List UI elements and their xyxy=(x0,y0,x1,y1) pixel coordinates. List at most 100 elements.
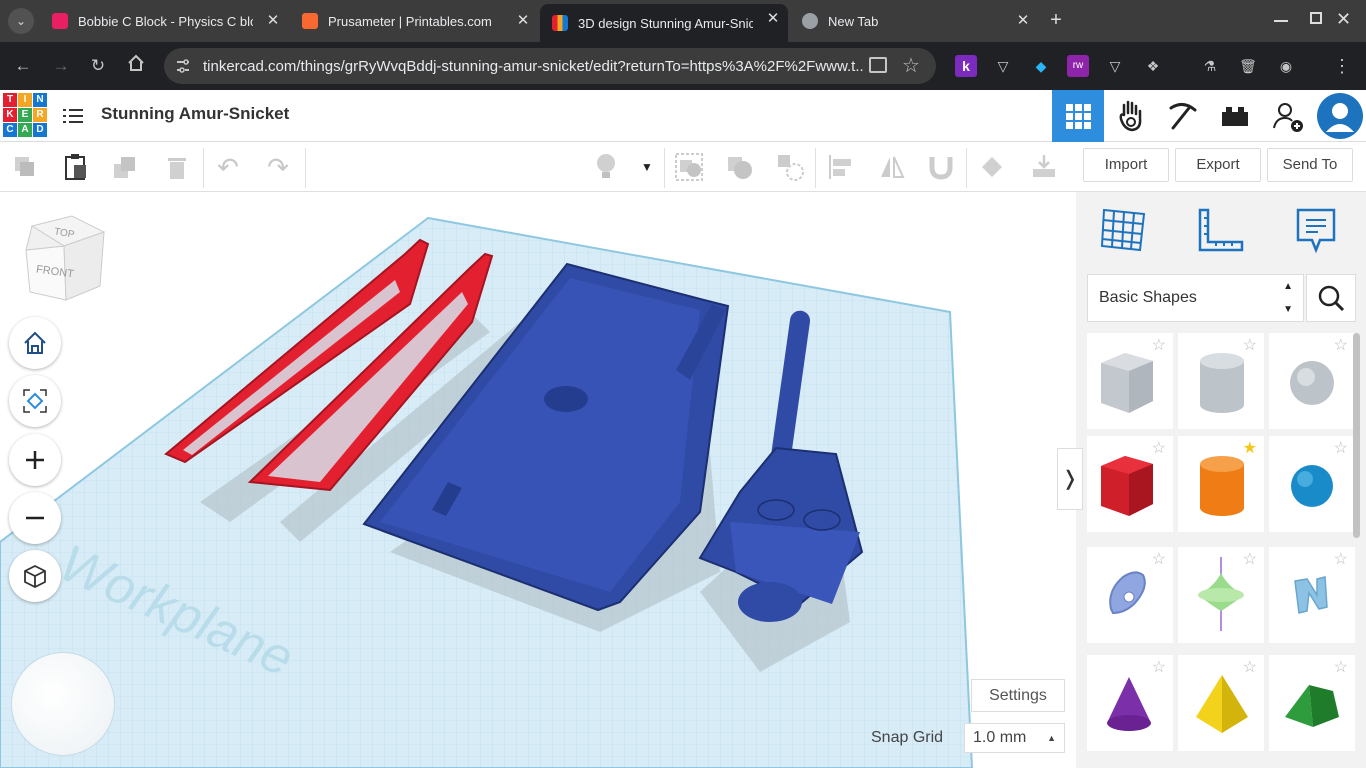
duplicate-icon[interactable] xyxy=(110,152,140,182)
close-tab-icon[interactable]: ✕ xyxy=(764,10,782,28)
chevron-down-icon[interactable]: ▼ xyxy=(632,152,662,182)
favorite-star-icon[interactable]: ☆ xyxy=(1334,660,1348,676)
panel-collapse-button[interactable]: ❭ xyxy=(1057,448,1083,510)
settings-button[interactable]: Settings xyxy=(971,679,1065,712)
pickaxe-minecraft-icon[interactable] xyxy=(1157,90,1209,142)
minimize-icon[interactable] xyxy=(1274,20,1288,22)
design-title[interactable]: Stunning Amur-Snicket xyxy=(101,104,289,124)
lab-icon[interactable]: ⚗ xyxy=(1199,55,1221,77)
forward-icon[interactable]: → xyxy=(49,54,73,78)
shape-cone[interactable]: ☆ xyxy=(1087,655,1173,751)
workplane-drop-icon[interactable] xyxy=(1029,152,1059,182)
extensions-puzzle-icon[interactable]: ❖ xyxy=(1142,55,1164,77)
ungroup-icon[interactable] xyxy=(725,152,755,182)
notes-icon[interactable] xyxy=(1292,206,1340,254)
favorite-star-icon[interactable]: ★ xyxy=(1243,441,1257,457)
scene-canvas[interactable]: Workplane xyxy=(0,192,1076,768)
favorite-star-icon[interactable]: ☆ xyxy=(1152,552,1166,568)
home-icon[interactable] xyxy=(124,54,148,78)
favorite-star-icon[interactable]: ☆ xyxy=(1334,338,1348,354)
view-cube[interactable]: TOP FRONT xyxy=(22,214,106,304)
browser-tab-3-active[interactable]: 3D design Stunning Amur-Snick ✕ xyxy=(540,4,788,42)
install-app-icon[interactable] xyxy=(869,57,887,73)
align-icon[interactable] xyxy=(826,152,856,182)
favorite-star-icon[interactable]: ☆ xyxy=(1152,441,1166,457)
shield-extension-icon[interactable]: ▽ xyxy=(992,55,1014,77)
copy-icon[interactable] xyxy=(10,152,40,182)
site-info-icon[interactable] xyxy=(175,58,191,74)
workplane-grid-icon[interactable] xyxy=(1100,206,1148,254)
favorite-star-icon[interactable]: ☆ xyxy=(1243,660,1257,676)
shape-sphere-hole[interactable]: ☆ xyxy=(1269,333,1355,429)
favorite-star-icon[interactable]: ☆ xyxy=(1334,552,1348,568)
snap-grid-select[interactable]: 1.0 mm ▲ xyxy=(964,723,1065,753)
fit-view-button[interactable] xyxy=(9,375,61,427)
kami-extension-icon[interactable]: k xyxy=(955,55,977,77)
delete-icon[interactable] xyxy=(162,152,192,182)
shape-cylinder-hole[interactable]: ☆ xyxy=(1178,333,1264,429)
restore-icon[interactable] xyxy=(1310,12,1322,24)
lightbulb-notes-icon[interactable] xyxy=(591,152,621,182)
3d-viewport[interactable]: Workplane TOP FRONT xyxy=(0,192,1076,768)
panel-scrollbar[interactable] xyxy=(1353,333,1360,538)
shape-scribble[interactable]: ☆ xyxy=(1087,547,1173,643)
close-window-icon[interactable]: ✕ xyxy=(1336,9,1351,30)
close-tab-icon[interactable]: ✕ xyxy=(514,12,532,30)
navigation-orb[interactable] xyxy=(11,652,115,756)
paste-icon[interactable] xyxy=(61,152,91,182)
shape-roof[interactable]: ☆ xyxy=(1269,655,1355,751)
cruise-magnet-icon[interactable] xyxy=(926,152,956,182)
browser-tab-2[interactable]: Prusameter | Printables.com ✕ xyxy=(290,6,538,36)
reload-icon[interactable]: ↻ xyxy=(86,54,110,78)
add-collaborator-icon[interactable] xyxy=(1262,90,1314,142)
shape-text[interactable]: ☆ xyxy=(1269,547,1355,643)
new-tab-button[interactable]: + xyxy=(1044,9,1068,33)
design-list-icon[interactable] xyxy=(63,106,85,126)
mirror-icon[interactable] xyxy=(877,152,907,182)
favorite-star-icon[interactable]: ☆ xyxy=(1243,552,1257,568)
export-button[interactable]: Export xyxy=(1175,148,1261,182)
zoom-out-button[interactable] xyxy=(9,492,61,544)
favorite-star-icon[interactable]: ☆ xyxy=(1152,660,1166,676)
shield-2-extension-icon[interactable]: ▽ xyxy=(1104,55,1126,77)
close-tab-icon[interactable]: ✕ xyxy=(1014,12,1032,30)
ruler-icon[interactable] xyxy=(1196,206,1244,254)
shape-box-hole[interactable]: ☆ xyxy=(1087,333,1173,429)
redo-icon[interactable]: ↷ xyxy=(263,152,293,182)
shape-pyramid[interactable]: ☆ xyxy=(1178,655,1264,751)
3d-view-grid-button[interactable] xyxy=(1052,90,1104,142)
readwrite-extension-icon[interactable]: rw xyxy=(1067,55,1089,77)
favorite-star-icon[interactable]: ☆ xyxy=(1152,338,1166,354)
shape-box[interactable]: ☆ xyxy=(1087,436,1173,532)
favorite-star-icon[interactable]: ☆ xyxy=(1243,338,1257,354)
favorite-star-icon[interactable]: ☆ xyxy=(1334,441,1348,457)
tinkercad-logo[interactable]: TIN KER CAD xyxy=(3,93,47,137)
back-icon[interactable]: ← xyxy=(11,54,35,78)
shape-sphere[interactable]: ☆ xyxy=(1269,436,1355,532)
hole-solid-icon[interactable] xyxy=(775,152,805,182)
url-text[interactable]: tinkercad.com/things/grRyWvqBddj-stunnin… xyxy=(203,58,863,75)
paint-bucket-icon[interactable] xyxy=(978,152,1008,182)
import-button[interactable]: Import xyxy=(1083,148,1169,182)
browser-tab-4[interactable]: New Tab ✕ xyxy=(790,6,1038,36)
shape-cylinder[interactable]: ★ xyxy=(1178,436,1264,532)
zoom-in-button[interactable] xyxy=(9,434,61,486)
tab-search-button[interactable]: ⌄ xyxy=(8,8,34,34)
shape-search-button[interactable] xyxy=(1306,274,1356,322)
trash-extension-icon[interactable]: 🗑 xyxy=(1237,55,1259,77)
address-bar[interactable]: tinkercad.com/things/grRyWvqBddj-stunnin… xyxy=(164,48,936,84)
diamond-extension-icon[interactable]: ◆ xyxy=(1030,55,1052,77)
shape-polygon-spinner[interactable]: ☆ xyxy=(1178,547,1264,643)
send-to-button[interactable]: Send To xyxy=(1267,148,1353,182)
undo-icon[interactable]: ↶ xyxy=(213,152,243,182)
home-view-button[interactable] xyxy=(9,317,61,369)
bookmark-star-icon[interactable]: ☆ xyxy=(902,53,920,78)
close-tab-icon[interactable]: ✕ xyxy=(264,12,282,30)
menu-kebab-icon[interactable]: ⋮ xyxy=(1331,55,1353,77)
projection-toggle-button[interactable] xyxy=(9,550,61,602)
browser-tab-1[interactable]: Bobbie C Block - Physics C bloc ✕ xyxy=(40,6,288,36)
lego-brick-icon[interactable] xyxy=(1209,90,1261,142)
shape-category-select[interactable]: Basic Shapes ▲ ▼ xyxy=(1087,274,1304,322)
codeblocks-hand-icon[interactable] xyxy=(1105,90,1157,142)
screenshot-icon[interactable]: ◉ xyxy=(1275,55,1297,77)
